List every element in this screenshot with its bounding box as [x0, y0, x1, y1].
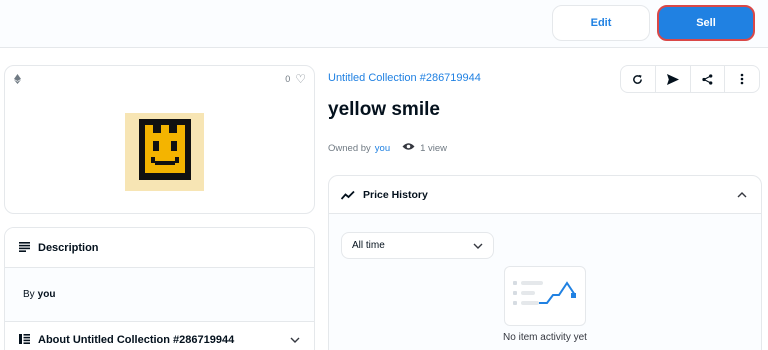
time-range-select[interactable]: All time [341, 232, 494, 259]
trend-icon [340, 190, 355, 200]
item-action-bar: Edit Sell [0, 0, 768, 48]
like-control[interactable]: 0 ♡ [285, 72, 306, 86]
nft-image[interactable] [125, 113, 204, 191]
creator-link[interactable]: you [38, 289, 56, 300]
price-history-header[interactable]: Price History [329, 176, 761, 214]
by-prefix: By [23, 289, 35, 300]
chevron-up-icon [737, 190, 747, 200]
eye-icon [402, 142, 415, 154]
collection-link[interactable]: Untitled Collection #286719944 [328, 72, 481, 84]
item-action-group [620, 65, 760, 93]
more-icon[interactable] [725, 66, 759, 92]
ownership-info: Owned by you 1 view [328, 142, 447, 154]
price-history-card: Price History All time No item activity … [328, 175, 762, 350]
description-body: By you [5, 268, 314, 322]
owned-by-prefix: Owned by [328, 142, 371, 154]
ethereum-icon [14, 74, 21, 87]
price-history-heading: Price History [363, 188, 428, 201]
time-range-value: All time [352, 240, 385, 251]
edit-button[interactable]: Edit [552, 5, 650, 41]
like-count: 0 [285, 74, 291, 84]
send-icon[interactable] [656, 66, 691, 92]
chevron-down-icon [473, 241, 483, 251]
share-icon[interactable] [691, 66, 726, 92]
sell-button[interactable]: Sell [657, 5, 755, 41]
empty-activity-text: No item activity yet [503, 332, 587, 343]
empty-chart-illustration [504, 266, 586, 326]
about-heading: About Untitled Collection #286719944 [38, 334, 235, 346]
about-collection-header[interactable]: About Untitled Collection #286719944 [5, 322, 314, 350]
item-title: yellow smile [328, 99, 440, 120]
collection-icon [19, 334, 30, 346]
description-icon [19, 241, 30, 254]
chevron-down-icon [290, 335, 300, 346]
refresh-icon[interactable] [621, 66, 656, 92]
owner-link[interactable]: you [375, 143, 390, 154]
price-history-body: All time No item activity yet [329, 214, 761, 350]
heart-icon[interactable]: ♡ [295, 72, 306, 86]
view-count: 1 view [420, 142, 448, 154]
description-heading: Description [38, 241, 99, 254]
item-image-card: 0 ♡ [4, 65, 315, 214]
description-card: Description By you About Untitled Collec… [4, 227, 315, 350]
description-header[interactable]: Description [5, 228, 314, 268]
